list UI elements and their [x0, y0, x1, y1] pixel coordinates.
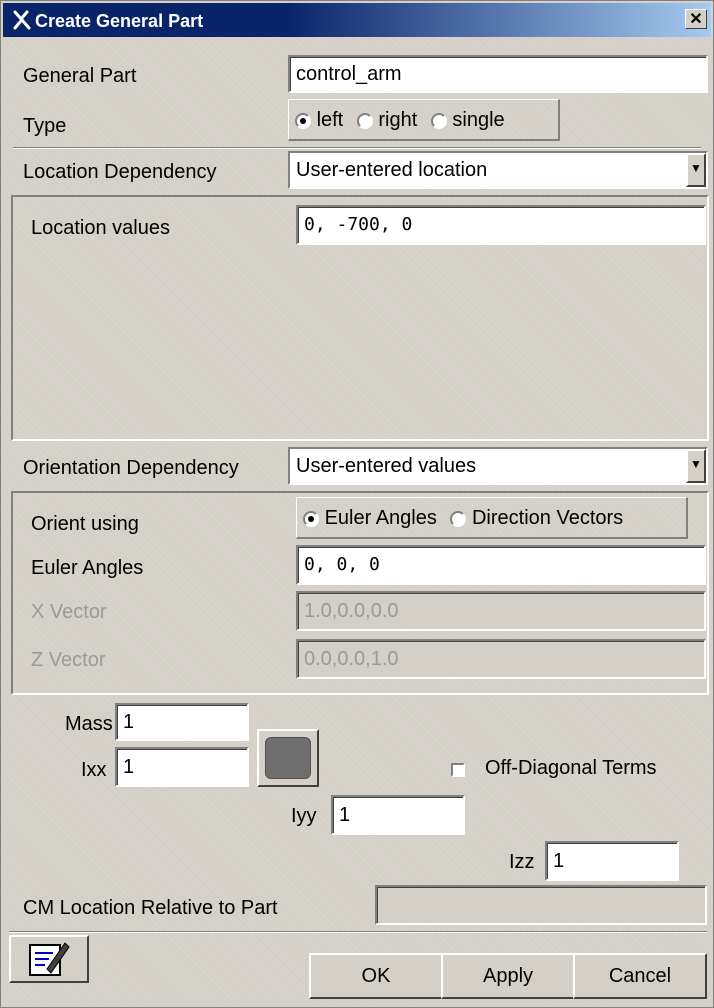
x-vector-label: X Vector: [31, 601, 107, 623]
off-diagonal-checkbox[interactable]: [451, 763, 465, 777]
orientation-dependency-label: Orientation Dependency: [23, 457, 239, 479]
orientation-dependency-value: User-entered values: [296, 455, 477, 477]
type-label: Type: [23, 115, 67, 137]
part-color-swatch: [265, 737, 311, 779]
notes-button[interactable]: [9, 935, 89, 983]
orient-using-label: Orient using: [31, 513, 139, 535]
ixx-label: Ixx: [81, 759, 107, 781]
radio-right-indicator[interactable]: [356, 112, 373, 129]
izz-input[interactable]: 1: [545, 841, 679, 881]
orientation-panel: Orient using Euler Angles Direction Vect…: [11, 491, 709, 695]
radio-single-indicator[interactable]: [430, 112, 447, 129]
orient-euler-label: Euler Angles: [324, 507, 437, 529]
euler-angles-input[interactable]: 0, 0, 0: [296, 545, 706, 585]
type-radio-single[interactable]: single: [430, 109, 505, 131]
close-icon: ✕: [689, 11, 703, 28]
type-radio-right[interactable]: right: [356, 109, 418, 131]
type-radio-group: left right single: [288, 99, 560, 141]
window-title: Create General Part: [35, 11, 204, 31]
create-general-part-dialog: Create General Part ✕ General Part contr…: [0, 0, 714, 1008]
location-dependency-label: Location Dependency: [23, 161, 217, 183]
general-part-input[interactable]: control_arm: [288, 55, 708, 93]
orient-radio-direction[interactable]: Direction Vectors: [450, 507, 623, 529]
euler-angles-label: Euler Angles: [31, 557, 144, 579]
close-button[interactable]: ✕: [685, 9, 707, 29]
izz-label: Izz: [509, 851, 535, 873]
title-bar[interactable]: Create General Part ✕: [3, 3, 711, 37]
radio-direction-indicator[interactable]: [450, 510, 467, 527]
type-radio-left[interactable]: left: [295, 109, 343, 131]
cm-location-label: CM Location Relative to Part: [23, 897, 278, 919]
off-diagonal-label: Off-Diagonal Terms: [485, 757, 657, 779]
x-vector-input: 1.0,0.0,0.0: [296, 591, 706, 631]
location-values-panel: Location values 0, -700, 0: [11, 195, 709, 441]
chevron-down-icon[interactable]: ▼: [686, 449, 706, 483]
location-values-label: Location values: [31, 217, 170, 239]
radio-left-indicator[interactable]: [295, 112, 311, 129]
cancel-button[interactable]: Cancel: [573, 953, 707, 999]
orient-radio-euler[interactable]: Euler Angles: [303, 507, 437, 529]
cm-location-input: [375, 885, 707, 925]
type-right-label: right: [378, 109, 418, 131]
radio-euler-indicator[interactable]: [303, 510, 319, 527]
separator-2: [9, 931, 707, 933]
mass-label: Mass: [65, 713, 113, 735]
adams-x-icon: [13, 10, 31, 30]
location-dependency-select[interactable]: User-entered location ▼: [288, 151, 708, 189]
apply-button[interactable]: Apply: [441, 953, 575, 999]
edit-notes-icon: [29, 942, 70, 976]
type-left-label: left: [316, 109, 344, 131]
z-vector-input: 0.0,0.0,1.0: [296, 639, 706, 679]
ok-button[interactable]: OK: [309, 953, 443, 999]
iyy-label: Iyy: [291, 805, 317, 827]
mass-input[interactable]: 1: [115, 703, 249, 741]
ixx-input[interactable]: 1: [115, 747, 249, 787]
general-part-label: General Part: [23, 65, 137, 87]
iyy-input[interactable]: 1: [331, 795, 465, 835]
location-values-input[interactable]: 0, -700, 0: [296, 205, 706, 245]
orient-direction-label: Direction Vectors: [471, 507, 624, 529]
chevron-down-icon[interactable]: ▼: [686, 153, 706, 187]
z-vector-label: Z Vector: [31, 649, 106, 671]
type-single-label: single: [452, 109, 505, 131]
location-dependency-value: User-entered location: [296, 159, 488, 181]
orient-radio-group: Euler Angles Direction Vectors: [296, 497, 688, 539]
separator-1: [13, 147, 701, 149]
color-button[interactable]: [257, 729, 319, 787]
orientation-dependency-select[interactable]: User-entered values ▼: [288, 447, 708, 485]
